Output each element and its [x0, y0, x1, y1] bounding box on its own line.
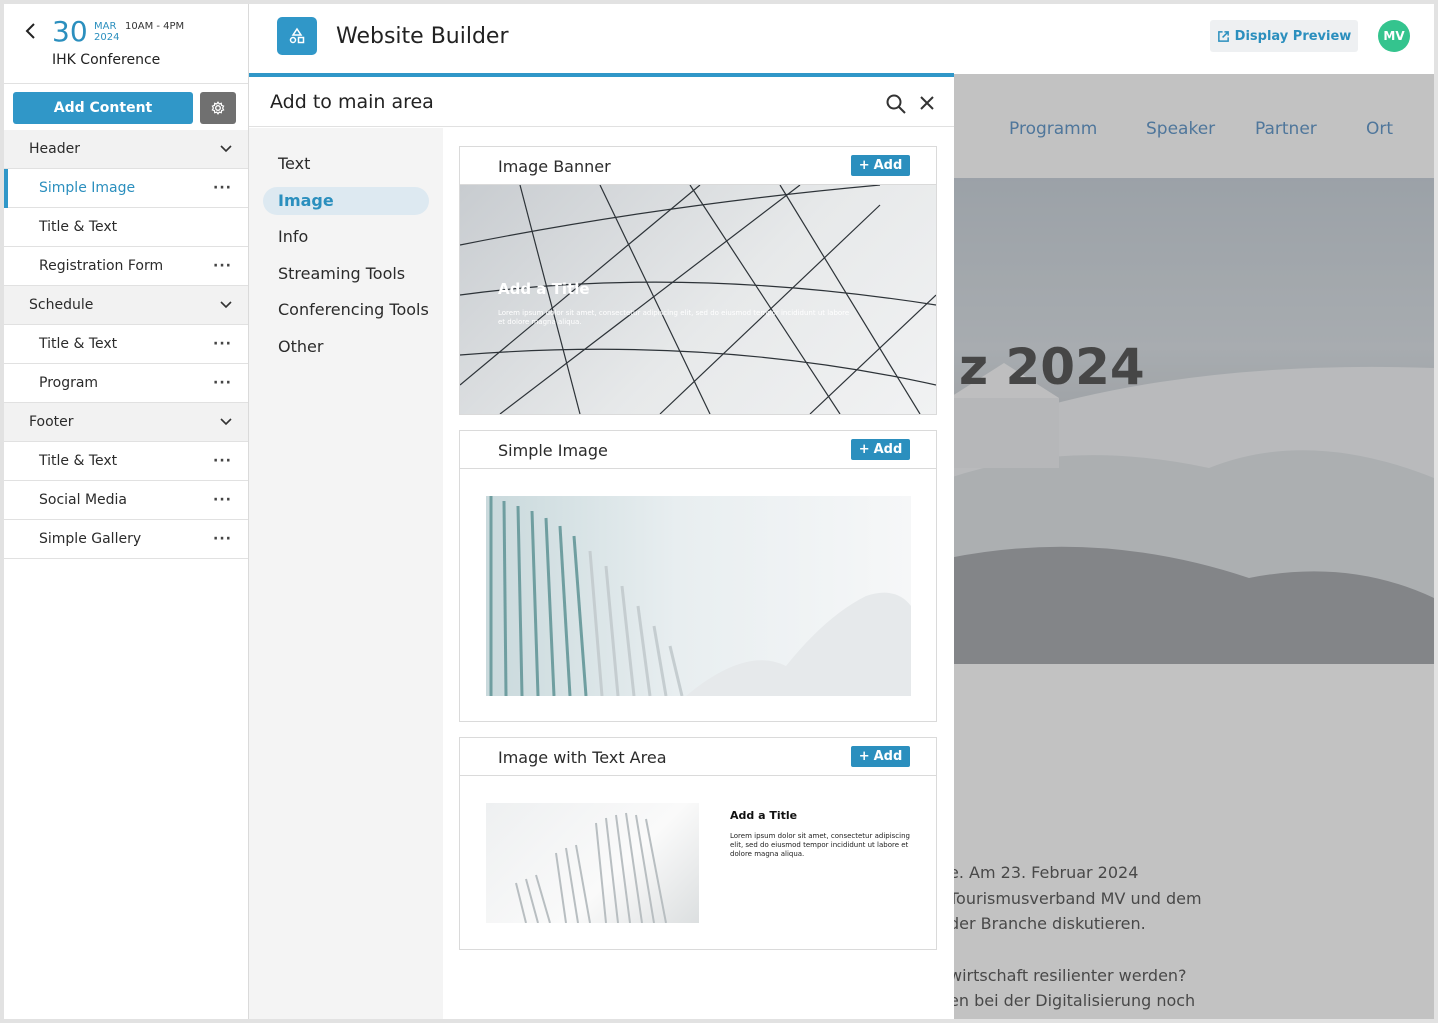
text-area-preview-text: Lorem ipsum dolor sit amet, consectetur … — [730, 832, 910, 858]
sidebar-item-label: Program — [39, 375, 99, 391]
top-bar: Website Builder Display Preview MV — [249, 4, 1434, 74]
card-header: Image with Text Area + Add — [460, 738, 936, 776]
event-day: 30 — [52, 15, 88, 48]
sidebar-item-label: Simple Image — [39, 180, 136, 196]
display-preview-label: Display Preview — [1234, 28, 1352, 44]
page-structure-tree: Header Simple Image ··· Title & Text Reg… — [4, 130, 248, 559]
search-icon[interactable] — [885, 93, 907, 115]
add-simple-image-button[interactable]: + Add — [851, 439, 910, 460]
plus-icon: + — [858, 442, 870, 457]
category-other[interactable]: Other — [263, 333, 429, 361]
card-image-with-text-area: Image with Text Area + Add Add a Title L… — [459, 737, 937, 950]
card-title: Image Banner — [498, 157, 611, 176]
sidebar-item-simple-image[interactable]: Simple Image ··· — [4, 169, 248, 208]
chevron-down-icon[interactable] — [220, 145, 232, 153]
add-content-button[interactable]: Add Content — [13, 92, 193, 124]
section-label: Header — [29, 141, 80, 157]
sidebar-item-label: Title & Text — [39, 453, 118, 469]
more-options-icon[interactable]: ··· — [213, 181, 232, 195]
event-name: IHK Conference — [52, 52, 161, 68]
more-options-icon[interactable]: ··· — [213, 532, 232, 546]
more-options-icon[interactable]: ··· — [213, 454, 232, 468]
architecture-image — [515, 812, 667, 923]
category-conferencing-tools[interactable]: Conferencing Tools — [263, 296, 429, 324]
sidebar-item-label: Registration Form — [39, 258, 164, 274]
add-image-with-text-button[interactable]: + Add — [851, 746, 910, 767]
category-list: Text Image Info Streaming Tools Conferen… — [249, 128, 443, 1019]
gear-icon — [211, 101, 225, 115]
event-year: 2024 — [94, 32, 120, 43]
avatar[interactable]: MV — [1378, 20, 1410, 52]
card-header: Image Banner + Add — [460, 147, 936, 185]
category-image[interactable]: Image — [263, 187, 429, 215]
category-text[interactable]: Text — [263, 150, 429, 178]
section-header[interactable]: Header — [4, 130, 248, 169]
component-cards: Image Banner + Add Add a Title Lorem ips… — [443, 128, 954, 1019]
sidebar-item-title-text[interactable]: Title & Text ··· — [4, 325, 248, 364]
sidebar-item-social-media[interactable]: Social Media ··· — [4, 481, 248, 520]
section-label: Schedule — [29, 297, 94, 313]
banner-preview-text: Lorem ipsum dolor sit amet, consectetur … — [498, 309, 850, 326]
category-info[interactable]: Info — [263, 223, 429, 251]
sidebar-item-program[interactable]: Program ··· — [4, 364, 248, 403]
event-header: 30 MAR 2024 10AM - 4PM IHK Conference — [4, 4, 248, 84]
app-window: Programm Speaker Partner Ort z 2024 e. A… — [4, 4, 1434, 1019]
chevron-down-icon[interactable] — [220, 418, 232, 426]
card-header: Simple Image + Add — [460, 431, 936, 469]
add-image-banner-button[interactable]: + Add — [851, 155, 910, 176]
add-label: Add — [873, 749, 903, 764]
more-options-icon[interactable]: ··· — [213, 493, 232, 507]
more-options-icon[interactable]: ··· — [213, 376, 232, 390]
architecture-image — [489, 496, 911, 696]
sidebar-item-label: Title & Text — [39, 336, 118, 352]
external-link-icon — [1217, 30, 1229, 42]
simple-image-preview — [486, 496, 911, 696]
display-preview-button[interactable]: Display Preview — [1210, 20, 1358, 52]
category-streaming-tools[interactable]: Streaming Tools — [263, 260, 429, 288]
card-simple-image: Simple Image + Add — [459, 430, 937, 722]
add-label: Add — [873, 442, 903, 457]
banner-preview-title: Add a Title — [498, 280, 590, 298]
section-schedule[interactable]: Schedule — [4, 286, 248, 325]
close-icon[interactable] — [919, 95, 935, 111]
text-area-preview-title: Add a Title — [730, 809, 798, 822]
sidebar-item-title-text[interactable]: Title & Text — [4, 208, 248, 247]
app-logo-icon — [277, 17, 317, 55]
app-title: Website Builder — [336, 24, 509, 49]
panel-header: Add to main area — [249, 77, 954, 127]
sidebar-item-title-text[interactable]: Title & Text ··· — [4, 442, 248, 481]
back-arrow-icon[interactable] — [22, 22, 40, 40]
event-month: MAR — [94, 21, 117, 32]
sidebar-item-registration-form[interactable]: Registration Form ··· — [4, 247, 248, 286]
panel-title: Add to main area — [270, 91, 434, 113]
card-title: Image with Text Area — [498, 748, 667, 767]
image-banner-preview: Add a Title Lorem ipsum dolor sit amet, … — [460, 185, 936, 414]
card-image-banner: Image Banner + Add Add a Title Lorem ips… — [459, 146, 937, 415]
architecture-image — [460, 185, 936, 414]
image-with-text-preview — [486, 803, 699, 923]
sidebar-item-label: Simple Gallery — [39, 531, 142, 547]
event-month-year: MAR 2024 — [94, 21, 119, 43]
add-content-panel: Add to main area Text Image Info Streami… — [249, 73, 954, 1019]
settings-button[interactable] — [200, 92, 236, 124]
plus-icon: + — [858, 158, 870, 173]
plus-icon: + — [858, 749, 870, 764]
chevron-down-icon[interactable] — [220, 301, 232, 309]
event-time: 10AM - 4PM — [125, 21, 185, 32]
more-options-icon[interactable]: ··· — [213, 259, 232, 273]
section-footer[interactable]: Footer — [4, 403, 248, 442]
more-options-icon[interactable]: ··· — [213, 337, 232, 351]
sidebar-item-simple-gallery[interactable]: Simple Gallery ··· — [4, 520, 248, 559]
sidebar-item-label: Title & Text — [39, 219, 118, 235]
add-label: Add — [873, 158, 903, 173]
sidebar-item-label: Social Media — [39, 492, 128, 508]
sidebar: 30 MAR 2024 10AM - 4PM IHK Conference Ad… — [4, 4, 249, 1019]
card-title: Simple Image — [498, 441, 608, 460]
section-label: Footer — [29, 414, 74, 430]
